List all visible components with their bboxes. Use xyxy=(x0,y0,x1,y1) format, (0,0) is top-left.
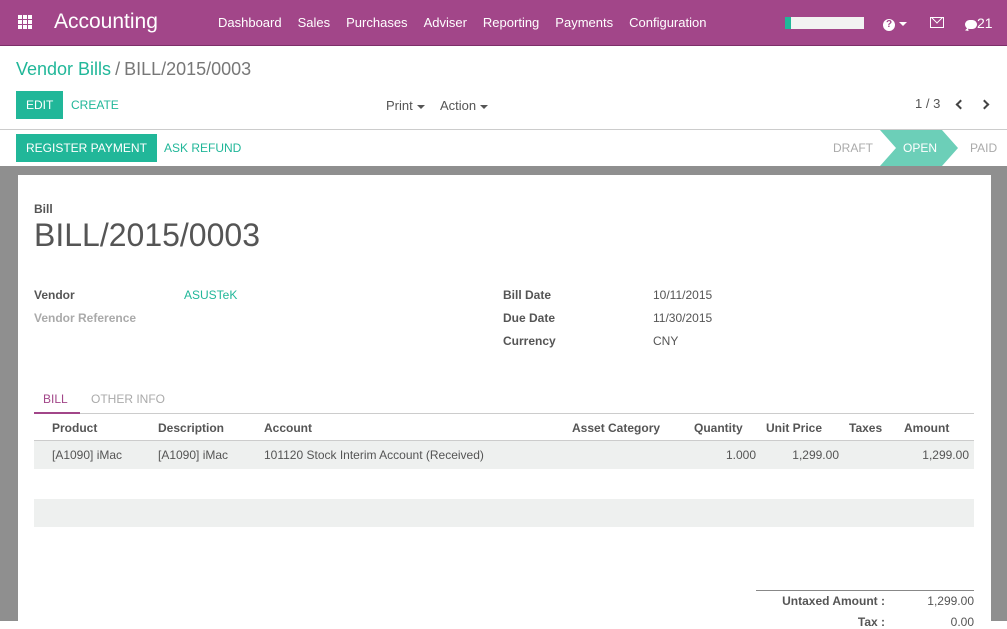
totals-divider xyxy=(756,590,974,591)
menu-dashboard[interactable]: Dashboard xyxy=(218,15,282,30)
invoice-lines-table: Product Description Account Asset Catego… xyxy=(34,415,974,469)
help-dropdown[interactable]: ? xyxy=(883,15,907,31)
tax-label: Tax : xyxy=(857,615,885,629)
untaxed-amount-value: 1,299.00 xyxy=(927,594,974,608)
stage-draft[interactable]: DRAFT xyxy=(833,130,873,166)
apps-grid-icon[interactable] xyxy=(18,15,34,29)
pager-value[interactable]: 1 / 3 xyxy=(915,96,940,111)
breadcrumb-separator: / xyxy=(115,59,121,79)
vendor-value[interactable]: ASUSTeK xyxy=(184,288,237,302)
pager-next-button[interactable] xyxy=(979,98,994,112)
column-quantity[interactable]: Quantity xyxy=(694,421,743,435)
create-button[interactable]: CREATE xyxy=(71,98,119,112)
table-row[interactable]: [A1090] iMac [A1090] iMac 101120 Stock I… xyxy=(34,441,974,469)
chevron-left-icon xyxy=(955,99,966,110)
messages-count: 21 xyxy=(977,15,993,31)
tax-value: 0.00 xyxy=(950,615,974,629)
currency-label: Currency xyxy=(503,334,556,348)
column-asset-category[interactable]: Asset Category xyxy=(572,421,660,435)
main-menu: Dashboard Sales Purchases Adviser Report… xyxy=(210,15,714,30)
menu-payments[interactable]: Payments xyxy=(555,15,613,30)
column-taxes[interactable]: Taxes xyxy=(849,421,882,435)
due-date-value: 11/30/2015 xyxy=(653,311,713,325)
breadcrumb-current: BILL/2015/0003 xyxy=(124,59,252,79)
print-dropdown[interactable]: Print xyxy=(386,98,425,113)
planner-progress-bar[interactable] xyxy=(785,17,864,29)
top-navbar: Accounting Dashboard Sales Purchases Adv… xyxy=(0,0,1007,46)
envelope-icon[interactable] xyxy=(930,17,944,28)
menu-configuration[interactable]: Configuration xyxy=(629,15,706,30)
column-description[interactable]: Description xyxy=(158,421,224,435)
caret-down-icon xyxy=(416,104,425,109)
cell-unit-price: 1,299.00 xyxy=(792,448,839,462)
breadcrumb: Vendor Bills / BILL/2015/0003 xyxy=(16,59,251,80)
cell-product: [A1090] iMac xyxy=(52,448,123,462)
messages-button[interactable]: 21 xyxy=(965,15,993,31)
column-product[interactable]: Product xyxy=(52,421,97,435)
caret-down-icon xyxy=(899,21,907,26)
cell-amount: 1,299.00 xyxy=(922,448,969,462)
column-account[interactable]: Account xyxy=(264,421,312,435)
menu-sales[interactable]: Sales xyxy=(298,15,331,30)
table-header: Product Description Account Asset Catego… xyxy=(34,415,974,441)
bill-date-label: Bill Date xyxy=(503,288,552,302)
action-dropdown[interactable]: Action xyxy=(440,98,489,113)
bill-date-value: 10/11/2015 xyxy=(653,288,713,302)
pager-previous-button[interactable] xyxy=(953,98,967,112)
table-empty-row xyxy=(34,499,974,527)
app-title: Accounting xyxy=(54,10,158,33)
ask-refund-button[interactable]: ASK REFUND xyxy=(164,141,241,155)
action-label: Action xyxy=(440,98,477,113)
notebook-tabs: BILL OTHER INFO xyxy=(34,388,974,414)
edit-button[interactable]: EDIT xyxy=(16,91,64,119)
cell-quantity: 1.000 xyxy=(725,448,756,462)
register-payment-button[interactable]: REGISTER PAYMENT xyxy=(16,134,157,162)
progress-fill xyxy=(785,17,792,29)
column-unit-price[interactable]: Unit Price xyxy=(766,421,822,435)
untaxed-amount-label: Untaxed Amount : xyxy=(782,594,885,608)
vendor-label: Vendor xyxy=(34,288,75,302)
vendor-reference-label: Vendor Reference xyxy=(34,311,137,325)
chat-bubble-icon xyxy=(965,20,977,29)
form-sheet: Bill BILL/2015/0003 Vendor ASUSTeK Vendo… xyxy=(18,175,991,629)
tab-bill[interactable]: BILL xyxy=(43,392,68,406)
print-label: Print xyxy=(386,98,413,113)
currency-value: CNY xyxy=(653,334,679,348)
question-icon: ? xyxy=(883,19,895,31)
caret-down-icon xyxy=(480,104,489,109)
document-title: BILL/2015/0003 xyxy=(34,217,260,253)
stage-paid[interactable]: PAID xyxy=(970,130,997,166)
menu-reporting[interactable]: Reporting xyxy=(483,15,539,30)
column-amount[interactable]: Amount xyxy=(904,421,949,435)
document-type: Bill xyxy=(34,202,53,216)
stage-open[interactable]: OPEN xyxy=(880,130,958,166)
cell-account: 101120 Stock Interim Account (Received) xyxy=(264,448,484,462)
breadcrumb-vendor-bills[interactable]: Vendor Bills xyxy=(16,59,111,79)
menu-adviser[interactable]: Adviser xyxy=(424,15,467,30)
due-date-label: Due Date xyxy=(503,311,556,325)
chevron-right-icon xyxy=(979,99,990,110)
active-tab-indicator xyxy=(34,412,80,414)
cell-description: [A1090] iMac xyxy=(158,448,229,462)
tab-other-info[interactable]: OTHER INFO xyxy=(91,392,165,406)
menu-purchases[interactable]: Purchases xyxy=(346,15,407,30)
